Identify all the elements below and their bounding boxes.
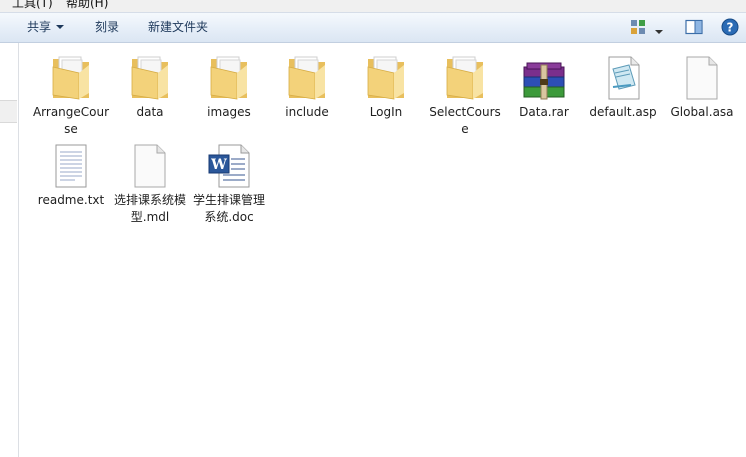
menu-tools[interactable]: 工具(T) xyxy=(12,0,53,11)
word-document-icon: W xyxy=(208,144,250,188)
preview-pane-icon xyxy=(685,19,703,35)
view-grid-icon xyxy=(631,20,645,34)
file-name: default.asp xyxy=(589,105,657,119)
folder-icon xyxy=(288,56,325,100)
share-button[interactable]: 共享 xyxy=(27,19,65,35)
svg-text:?: ? xyxy=(727,21,734,35)
blank-file-icon xyxy=(686,56,718,100)
navigation-pane[interactable] xyxy=(0,43,19,457)
navigation-selected-item[interactable] xyxy=(0,100,17,123)
chevron-down-icon xyxy=(56,25,65,29)
help-icon: ? xyxy=(721,18,739,36)
burn-button[interactable]: 刻录 xyxy=(95,19,119,35)
file-item[interactable]: 选排课系统模型.mdl xyxy=(111,137,189,226)
preview-pane-button[interactable] xyxy=(685,19,703,38)
file-name: ArrangeCourse xyxy=(32,105,110,136)
chevron-down-icon xyxy=(655,30,663,34)
file-name: Data.rar xyxy=(519,105,569,119)
help-button[interactable]: ? xyxy=(721,18,739,39)
folder-icon xyxy=(446,56,483,100)
file-item[interactable]: ArrangeCourse xyxy=(32,49,110,138)
file-name: data xyxy=(136,105,164,119)
menu-bar: 工具(T) 帮助(H) xyxy=(0,0,746,13)
file-item[interactable]: images xyxy=(190,49,268,121)
file-name: include xyxy=(285,105,329,119)
blank-file-icon xyxy=(134,144,166,188)
menu-help[interactable]: 帮助(H) xyxy=(66,0,108,11)
folder-icon xyxy=(52,56,89,100)
file-name: readme.txt xyxy=(37,193,105,207)
file-item[interactable]: data xyxy=(111,49,189,121)
file-item[interactable]: SelectCourse xyxy=(426,49,504,138)
file-item[interactable]: LogIn xyxy=(347,49,425,121)
share-label: 共享 xyxy=(27,20,52,34)
folder-icon xyxy=(210,56,247,100)
file-item[interactable]: include xyxy=(268,49,346,121)
file-name: 学生排课管理系统.doc xyxy=(192,193,265,224)
rar-archive-icon xyxy=(523,62,565,100)
text-file-icon xyxy=(55,144,87,188)
view-options-dropdown[interactable] xyxy=(655,25,663,39)
file-name: Global.asa xyxy=(670,105,734,119)
file-name: 选排课系统模型.mdl xyxy=(113,193,186,224)
folder-icon xyxy=(367,56,404,100)
file-name: SelectCourse xyxy=(429,105,501,136)
change-view-button[interactable] xyxy=(630,19,646,38)
folder-icon xyxy=(131,56,168,100)
asp-file-icon xyxy=(608,56,640,100)
file-item[interactable]: Global.asa xyxy=(663,49,741,121)
file-item[interactable]: default.asp xyxy=(584,49,662,121)
new-folder-button[interactable]: 新建文件夹 xyxy=(148,19,208,35)
file-list-area[interactable]: ArrangeCourse data images include LogIn … xyxy=(19,43,746,457)
file-name: images xyxy=(207,105,251,119)
file-item[interactable]: W 学生排课管理系统.doc xyxy=(190,137,268,226)
svg-text:W: W xyxy=(210,157,227,173)
file-name: LogIn xyxy=(369,105,403,119)
command-bar: 共享 刻录 新建文件夹 ? xyxy=(0,13,746,43)
file-item[interactable]: readme.txt xyxy=(32,137,110,209)
file-item[interactable]: Data.rar xyxy=(505,49,583,121)
